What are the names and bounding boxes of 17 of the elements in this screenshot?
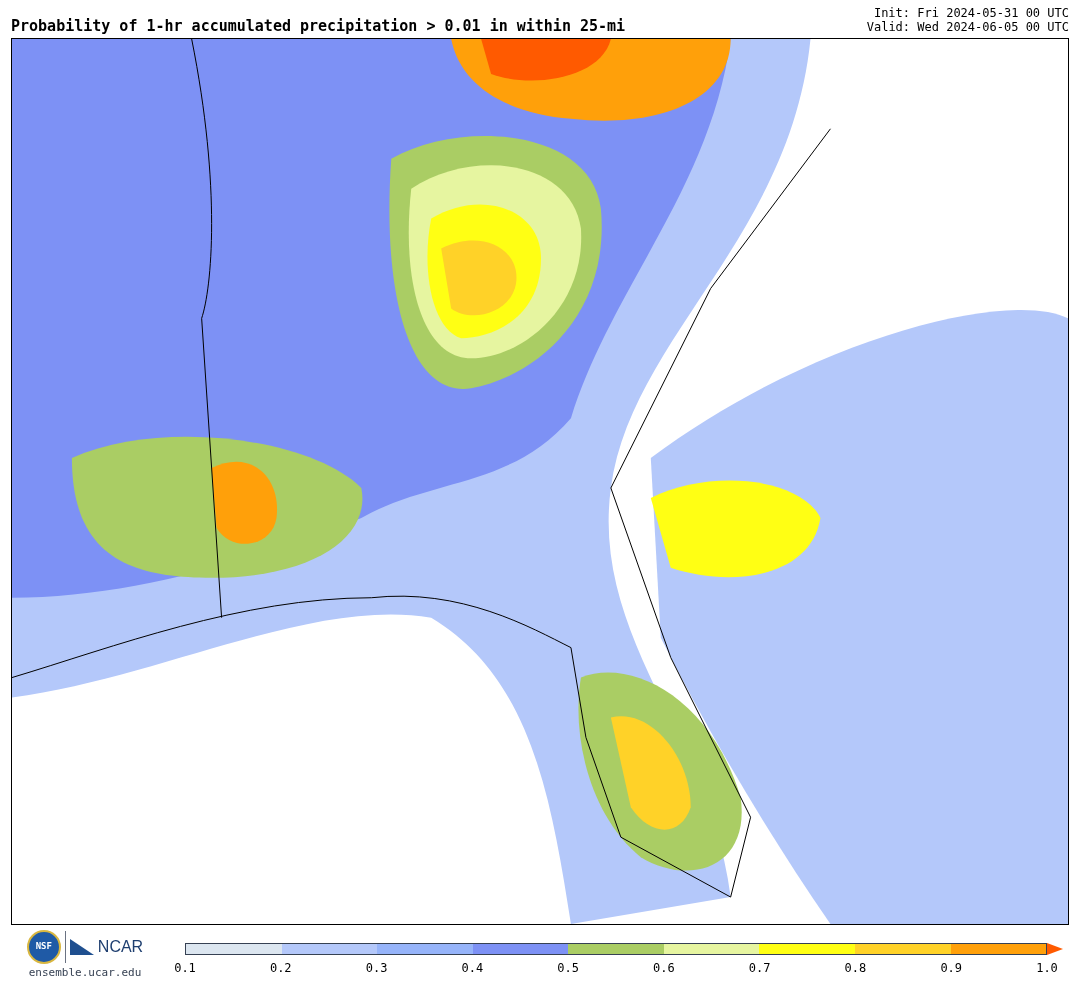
tick-label: 0.8 [844, 960, 867, 977]
nsf-logo: NSF [26, 930, 61, 964]
tick-label: 0.3 [365, 960, 388, 977]
ncar-logo-text: NCAR [97, 937, 144, 957]
init-time: Init: Fri 2024-05-31 00 UTC [873, 6, 1069, 20]
tick-label: 0.9 [940, 960, 963, 977]
ncar-logo-icon [69, 937, 94, 957]
tick-label: 0.2 [269, 960, 292, 977]
tick-label: 0.7 [748, 960, 771, 977]
tick-label: 0.6 [653, 960, 675, 977]
tick-label: 1.0 [1036, 960, 1058, 977]
website-url: ensemble.ucar.edu [28, 965, 142, 981]
tick-label: 0.4 [461, 960, 484, 977]
chart-title: Probability of 1-hr accumulated precipitation > 0.01 in within 25-mi [11, 19, 626, 34]
valid-time: Valid: Wed 2024-06-05 00 UTC [866, 20, 1069, 34]
tick-label: 0.1 [174, 960, 196, 977]
tick-label: 0.5 [557, 960, 579, 977]
